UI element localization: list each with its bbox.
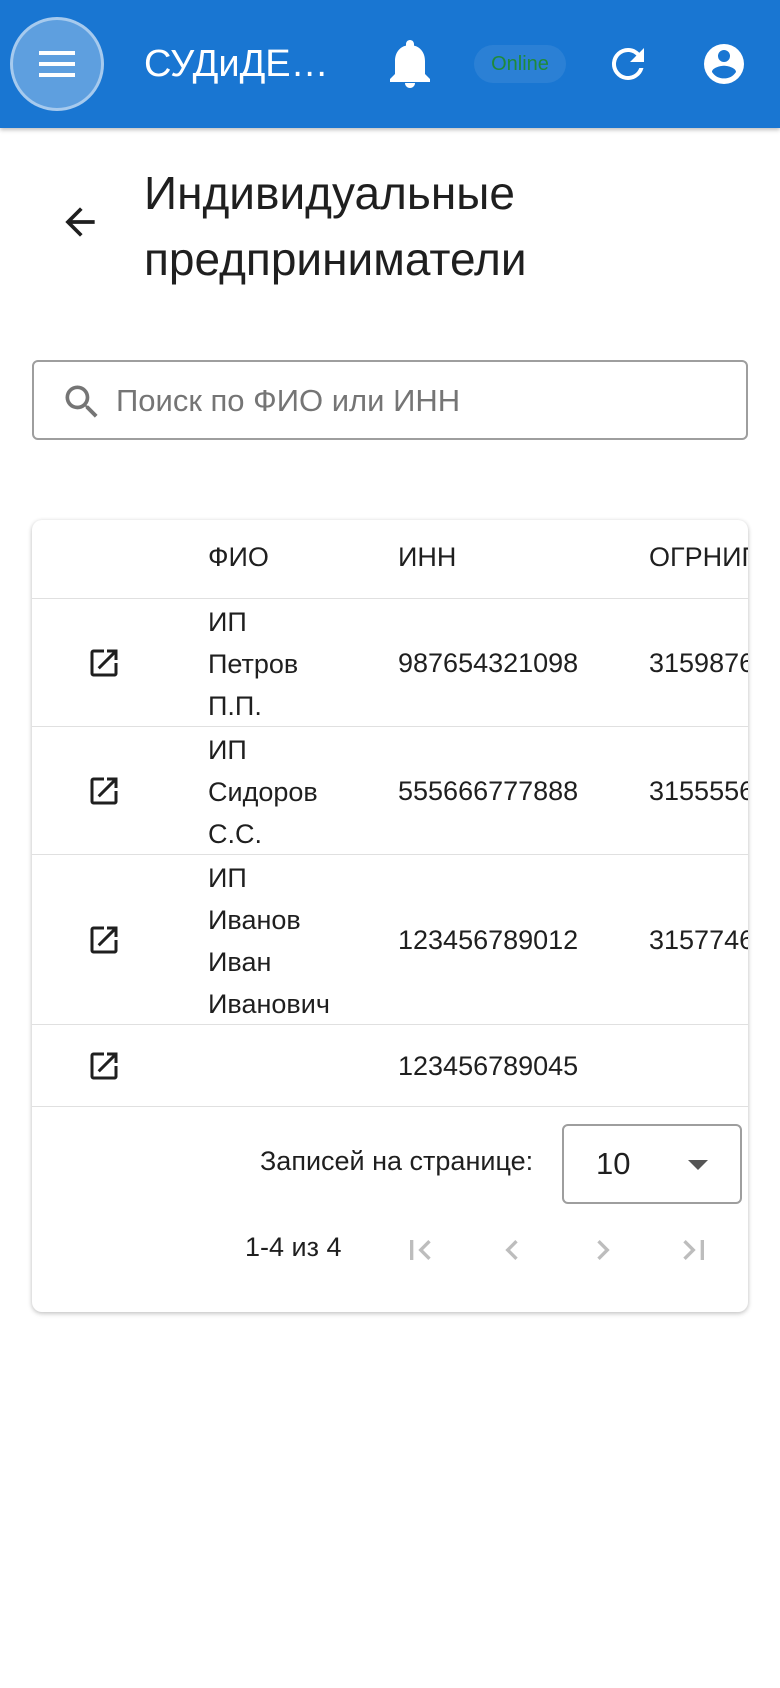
table-header: ФИО ИНН ОГРНИП (32, 520, 748, 599)
menu-icon (39, 51, 75, 77)
cell-inn: 123456789045 (398, 1051, 579, 1081)
rows-per-page-label: Записей на странице: (260, 1146, 534, 1176)
cell-inn: 555666777888 (398, 776, 579, 806)
cell-fio-line: Сидоров (208, 777, 318, 807)
cell-ogrnip: 315987654321098 (649, 648, 748, 678)
bell-icon (390, 40, 430, 88)
cell-ogrnip: 315555666777888 (649, 776, 748, 806)
cell-fio: ИП Иванов Иван Иванович (208, 857, 358, 1025)
search-input[interactable] (116, 372, 726, 430)
column-header-ogrnip[interactable]: ОГРНИП (649, 542, 748, 573)
cell-fio-line: ИП (208, 863, 247, 893)
refresh-icon (611, 47, 644, 80)
app-bar: СУДиДЕ… Online (0, 0, 780, 128)
cell-fio-line: Иванович (208, 989, 330, 1019)
page-title-line-1: Индивидуальные (144, 167, 515, 219)
cell-fio-line: Иван (208, 947, 272, 977)
arrow-back-icon (65, 207, 95, 237)
open-in-new-icon[interactable] (86, 922, 122, 958)
table-row: ИП Иванов Иван Иванович 123456789012 315… (32, 855, 748, 1025)
pagination-range: 1-4 из 4 (245, 1232, 342, 1262)
last-page-icon[interactable] (674, 1230, 714, 1270)
column-header-fio[interactable]: ФИО (208, 542, 269, 573)
cell-ogrnip: 315774600000000 (649, 925, 748, 955)
table-row: 123456789045 (32, 1025, 748, 1107)
rows-per-page-value: 10 (596, 1146, 631, 1181)
app-title: СУДиДЕ… (144, 43, 329, 85)
cell-fio-line: Иванов (208, 905, 301, 935)
status-badge: Online (474, 45, 566, 83)
cell-fio-line: ИП (208, 607, 247, 637)
notifications-button[interactable] (386, 38, 434, 90)
menu-button[interactable] (10, 17, 104, 111)
refresh-button[interactable] (604, 40, 652, 88)
column-header-inn[interactable]: ИНН (398, 542, 456, 573)
first-page-icon[interactable] (400, 1230, 440, 1270)
chevron-right-icon[interactable] (583, 1230, 623, 1270)
search-field[interactable] (32, 360, 748, 440)
page-title: Индивидуальные предприниматели (144, 160, 744, 292)
table-card: ФИО ИНН ОГРНИП ИП Петров П.П. 9876543210… (32, 520, 748, 1312)
cell-fio-line: ИП (208, 735, 247, 765)
chevron-left-icon[interactable] (492, 1230, 532, 1270)
search-icon (65, 385, 98, 418)
account-button[interactable] (700, 40, 748, 88)
back-button[interactable] (58, 200, 102, 244)
caret-down-icon (688, 1160, 708, 1170)
cell-fio-line: С.С. (208, 819, 262, 849)
table-row: ИП Петров П.П. 987654321098 315987654321… (32, 599, 748, 727)
cell-fio-line: Петров (208, 649, 299, 679)
open-in-new-icon[interactable] (86, 645, 122, 681)
account-circle-icon (704, 44, 744, 84)
page-title-line-2: предприниматели (144, 233, 527, 285)
rows-per-page-select[interactable]: 10 (562, 1124, 742, 1204)
cell-inn: 987654321098 (398, 648, 579, 678)
open-in-new-icon[interactable] (86, 1048, 122, 1084)
cell-inn: 123456789012 (398, 925, 579, 955)
cell-fio: ИП Петров П.П. (208, 601, 358, 727)
open-in-new-icon[interactable] (86, 773, 122, 809)
cell-fio: ИП Сидоров С.С. (208, 729, 358, 855)
table-row: ИП Сидоров С.С. 555666777888 31555566677… (32, 727, 748, 855)
cell-fio-line: П.П. (208, 691, 262, 721)
